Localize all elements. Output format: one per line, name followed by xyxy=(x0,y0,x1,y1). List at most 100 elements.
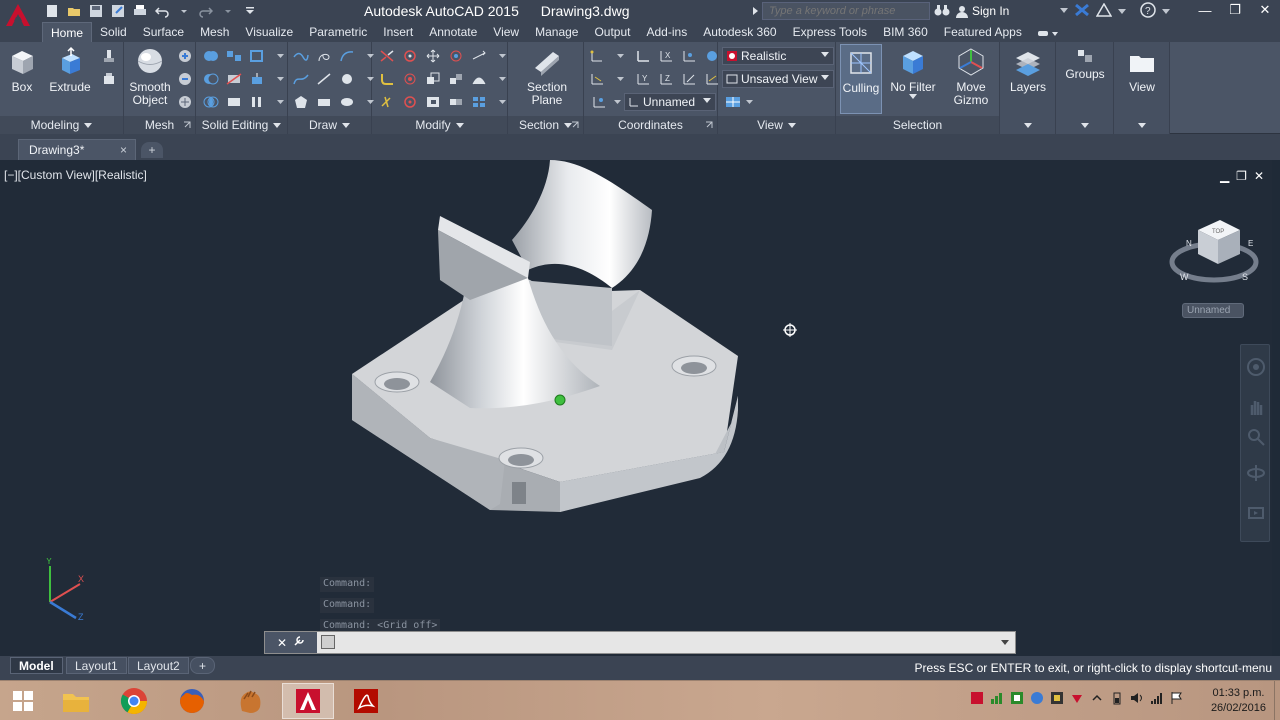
tray-app-icon[interactable] xyxy=(970,691,984,705)
zoom-icon[interactable] xyxy=(1246,427,1266,450)
search-expand-icon[interactable] xyxy=(752,5,760,19)
tab-mesh[interactable]: Mesh xyxy=(192,22,237,42)
spline-icon[interactable] xyxy=(292,70,310,88)
autodesk-exchange-icon[interactable] xyxy=(1074,3,1090,20)
ucs-face-icon[interactable] xyxy=(680,70,698,88)
command-prompt-icon[interactable] xyxy=(321,635,335,649)
line-icon[interactable] xyxy=(315,70,333,88)
close-tab-icon[interactable]: × xyxy=(120,143,127,157)
scale-icon[interactable] xyxy=(424,70,442,88)
viewcube[interactable]: TOP N E S W xyxy=(1168,214,1260,290)
ucs-3point-dropdown-icon[interactable] xyxy=(611,70,629,88)
show-desktop-button[interactable] xyxy=(1274,681,1280,720)
copy-icon[interactable] xyxy=(447,93,465,111)
viewcube-top-label[interactable]: TOP xyxy=(1212,229,1224,235)
array-icon[interactable] xyxy=(470,47,488,65)
search-input[interactable] xyxy=(762,2,930,20)
taskbar-gimp[interactable] xyxy=(224,683,276,719)
panel-title-section[interactable]: Section xyxy=(508,116,583,134)
customize-wrench-icon[interactable] xyxy=(293,635,305,650)
union-icon[interactable] xyxy=(202,47,220,65)
3d-move-icon[interactable] xyxy=(401,47,419,65)
view-button[interactable]: View xyxy=(1120,46,1164,94)
tab-visualize[interactable]: Visualize xyxy=(237,22,301,42)
extrude-button[interactable]: Extrude xyxy=(48,46,92,94)
stay-connected-dropdown-icon[interactable] xyxy=(1118,4,1126,18)
tray-volume-icon[interactable] xyxy=(1130,691,1144,705)
ucs-origin-icon[interactable] xyxy=(680,47,698,65)
pan-hand-icon[interactable] xyxy=(1246,397,1266,420)
panel-title-selection[interactable]: Selection xyxy=(836,116,999,134)
arc-icon[interactable] xyxy=(338,47,356,65)
tab-express-tools[interactable]: Express Tools xyxy=(785,22,875,42)
tab-featured-apps[interactable]: Featured Apps xyxy=(936,22,1030,42)
tab-layout1[interactable]: Layout1 xyxy=(66,657,127,674)
intersect-icon[interactable] xyxy=(202,93,220,111)
box-button[interactable]: Box xyxy=(4,46,40,94)
help-icon[interactable]: ? xyxy=(1140,1,1156,21)
3d-mirror-icon[interactable] xyxy=(401,70,419,88)
polysolid-icon[interactable] xyxy=(100,70,118,88)
print-icon[interactable] xyxy=(130,2,149,20)
panel-title-view[interactable]: View xyxy=(718,116,835,134)
move-icon[interactable] xyxy=(424,47,442,65)
circle-icon[interactable] xyxy=(338,70,356,88)
tray-green-icon[interactable] xyxy=(1010,691,1024,705)
sign-in-button[interactable]: Sign In xyxy=(956,4,1068,18)
save-as-icon[interactable] xyxy=(108,2,127,20)
ucs-x-icon[interactable]: X xyxy=(657,47,675,65)
tab-bim-360[interactable]: BIM 360 xyxy=(875,22,936,42)
arrayrect-icon[interactable] xyxy=(470,93,488,111)
extract-edges-icon[interactable] xyxy=(248,47,266,65)
taskbar-chrome[interactable] xyxy=(108,683,160,719)
ribbon-minimize-toggle[interactable] xyxy=(1030,22,1068,42)
offset-icon[interactable] xyxy=(470,70,488,88)
polygon-icon[interactable] xyxy=(292,93,310,111)
ucs-icon[interactable] xyxy=(588,47,606,65)
steering-wheel-icon[interactable] xyxy=(1246,357,1266,380)
ucs-dropdown-icon[interactable] xyxy=(611,47,629,65)
smooth-less-icon[interactable] xyxy=(176,70,194,88)
redo-icon[interactable] xyxy=(196,2,215,20)
tab-add-ins[interactable]: Add-ins xyxy=(639,22,696,42)
compass-w-label[interactable]: W xyxy=(1180,272,1189,282)
undo-dropdown-icon[interactable] xyxy=(174,2,193,20)
file-tab-drawing3[interactable]: Drawing3* × xyxy=(18,139,136,160)
panel-title-coordinates[interactable]: Coordinates xyxy=(584,116,717,134)
panel-expand-groups[interactable] xyxy=(1056,116,1113,134)
tab-view[interactable]: View xyxy=(485,22,527,42)
tray-wifi-icon[interactable] xyxy=(1150,691,1164,705)
panel-title-modeling[interactable]: Modeling xyxy=(0,116,123,134)
open-file-icon[interactable] xyxy=(64,2,83,20)
add-layout-button[interactable]: + xyxy=(190,657,216,674)
tab-autodesk-360[interactable]: Autodesk 360 xyxy=(695,22,784,42)
drawing-viewport[interactable]: [−][Custom View][Realistic] ▁ ❐ ✕ TOP N … xyxy=(0,160,1272,656)
helix-icon[interactable] xyxy=(315,47,333,65)
save-icon[interactable] xyxy=(86,2,105,20)
stay-connected-icon[interactable] xyxy=(1095,2,1113,20)
3d-array-icon[interactable] xyxy=(401,93,419,111)
restore-icon[interactable]: ❐ xyxy=(1220,0,1250,20)
chevron-down-icon[interactable] xyxy=(271,70,289,88)
slice-icon[interactable] xyxy=(225,70,243,88)
tray-security-icon[interactable] xyxy=(1070,691,1084,705)
separate-icon[interactable] xyxy=(225,47,243,65)
tab-surface[interactable]: Surface xyxy=(135,22,192,42)
erase-icon[interactable] xyxy=(378,93,396,111)
named-ucs-combo[interactable]: Unnamed xyxy=(624,93,716,111)
orbit-icon[interactable] xyxy=(1246,463,1266,486)
no-filter-button[interactable]: No Filter xyxy=(888,46,938,99)
help-dropdown-icon[interactable] xyxy=(1162,4,1170,18)
subtract-icon[interactable] xyxy=(202,70,220,88)
extrude-faces-icon[interactable] xyxy=(248,70,266,88)
ucs-icon-props[interactable] xyxy=(590,93,608,111)
application-menu-button[interactable] xyxy=(0,0,36,30)
rectangle-icon[interactable] xyxy=(315,93,333,111)
panel-title-modify[interactable]: Modify xyxy=(372,116,507,134)
ucs-z-icon[interactable]: Z xyxy=(657,70,675,88)
command-input[interactable] xyxy=(349,634,989,650)
panel-expand-view[interactable] xyxy=(1114,116,1169,134)
redo-dropdown-icon[interactable] xyxy=(218,2,237,20)
move-gizmo-button[interactable]: Move Gizmo xyxy=(946,46,996,107)
culling-button[interactable]: Culling xyxy=(840,44,882,114)
